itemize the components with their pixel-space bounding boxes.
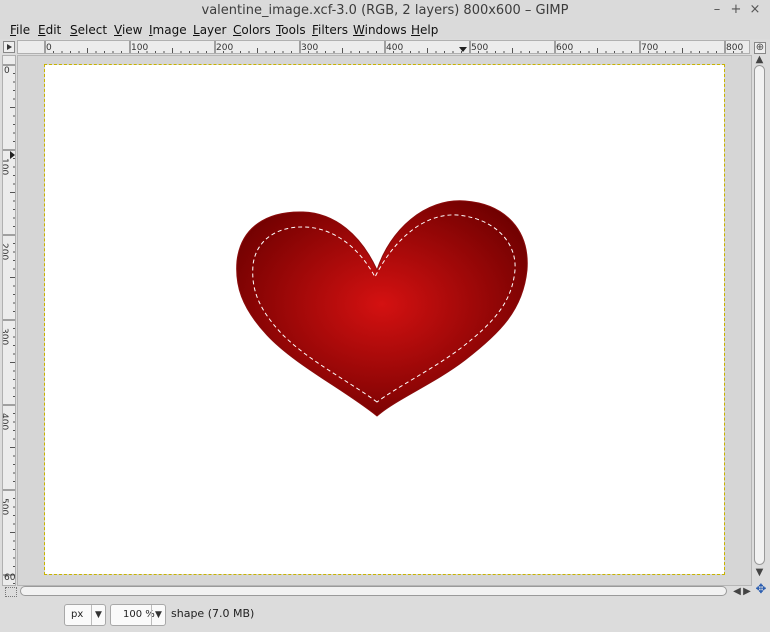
canvas-area[interactable] bbox=[17, 55, 752, 586]
horizontal-scrollbar[interactable] bbox=[20, 586, 730, 597]
window-title: valentine_image.xcf-3.0 (RGB, 2 layers) … bbox=[201, 3, 569, 18]
hruler-label: 300 bbox=[301, 43, 318, 53]
scroll-up-icon[interactable]: ▲ bbox=[754, 55, 765, 65]
menu-help[interactable]: Help bbox=[411, 23, 438, 37]
navigate-icon[interactable]: ✥ bbox=[754, 583, 768, 596]
chevron-down-icon: ▼ bbox=[91, 605, 105, 625]
pointer-position-marker-vertical bbox=[10, 151, 15, 159]
vertical-ruler: 0 100 200 300 400 500 600 bbox=[2, 55, 16, 586]
vertical-scrollbar[interactable]: ▲ ▼ bbox=[753, 55, 766, 586]
menu-filters[interactable]: Filters bbox=[312, 23, 348, 37]
zoom-selector[interactable]: 100 % ▼ bbox=[110, 604, 166, 626]
quickmask-icon[interactable] bbox=[5, 587, 17, 597]
minimize-button[interactable]: – bbox=[710, 3, 724, 17]
menu-windows[interactable]: Windows bbox=[353, 23, 407, 37]
unit-selector[interactable]: px ▼ bbox=[64, 604, 106, 626]
hruler-label: 0 bbox=[46, 43, 52, 53]
heart-shape bbox=[236, 200, 528, 417]
hruler-label: 500 bbox=[471, 43, 488, 53]
scroll-left-icon[interactable]: ◀ bbox=[732, 587, 742, 597]
status-message: shape (7.0 MB) bbox=[171, 607, 255, 620]
vruler-label: 600 bbox=[4, 573, 16, 583]
chevron-down-icon: ▼ bbox=[151, 605, 165, 625]
menu-colors[interactable]: Colors bbox=[233, 23, 271, 37]
vruler-label: 300 bbox=[2, 328, 9, 345]
heart-drawing bbox=[236, 200, 528, 417]
horizontal-ruler: 0 100 200 300 400 500 600 700 800 bbox=[17, 40, 750, 54]
vruler-label: 200 bbox=[2, 243, 9, 260]
title-bar: valentine_image.xcf-3.0 (RGB, 2 layers) … bbox=[0, 0, 770, 22]
menu-view[interactable]: View bbox=[114, 23, 142, 37]
hruler-label: 700 bbox=[641, 43, 658, 53]
unit-value: px bbox=[71, 609, 84, 620]
scroll-right-icon[interactable]: ▶ bbox=[742, 587, 752, 597]
ruler-menu-button[interactable] bbox=[3, 41, 15, 53]
image-canvas[interactable] bbox=[44, 64, 725, 575]
vertical-scroll-thumb[interactable] bbox=[754, 65, 765, 565]
status-bar: px ▼ 100 % ▼ shape (7.0 MB) bbox=[0, 600, 770, 632]
menu-bar: File Edit Select View Image Layer Colors… bbox=[0, 21, 770, 39]
menu-select[interactable]: Select bbox=[70, 23, 107, 37]
scroll-down-icon[interactable]: ▼ bbox=[754, 568, 765, 578]
vruler-label: 100 bbox=[2, 158, 9, 175]
hruler-label: 200 bbox=[216, 43, 233, 53]
hruler-label: 100 bbox=[131, 43, 148, 53]
vruler-label: 400 bbox=[2, 413, 9, 430]
vruler-label: 0 bbox=[4, 66, 10, 76]
close-button[interactable]: × bbox=[748, 3, 762, 17]
vruler-label: 500 bbox=[2, 498, 9, 515]
pointer-position-marker bbox=[459, 47, 467, 52]
hruler-label: 800 bbox=[726, 43, 743, 53]
hruler-label: 400 bbox=[386, 43, 403, 53]
menu-file[interactable]: File bbox=[10, 23, 30, 37]
zoom-icon[interactable]: ⊕ bbox=[754, 42, 766, 54]
menu-edit[interactable]: Edit bbox=[38, 23, 61, 37]
horizontal-scroll-thumb[interactable] bbox=[20, 586, 727, 596]
menu-image[interactable]: Image bbox=[149, 23, 187, 37]
maximize-button[interactable]: + bbox=[729, 3, 743, 17]
menu-tools[interactable]: Tools bbox=[276, 23, 306, 37]
zoom-value: 100 % bbox=[123, 609, 155, 620]
menu-layer[interactable]: Layer bbox=[193, 23, 226, 37]
hruler-label: 600 bbox=[556, 43, 573, 53]
